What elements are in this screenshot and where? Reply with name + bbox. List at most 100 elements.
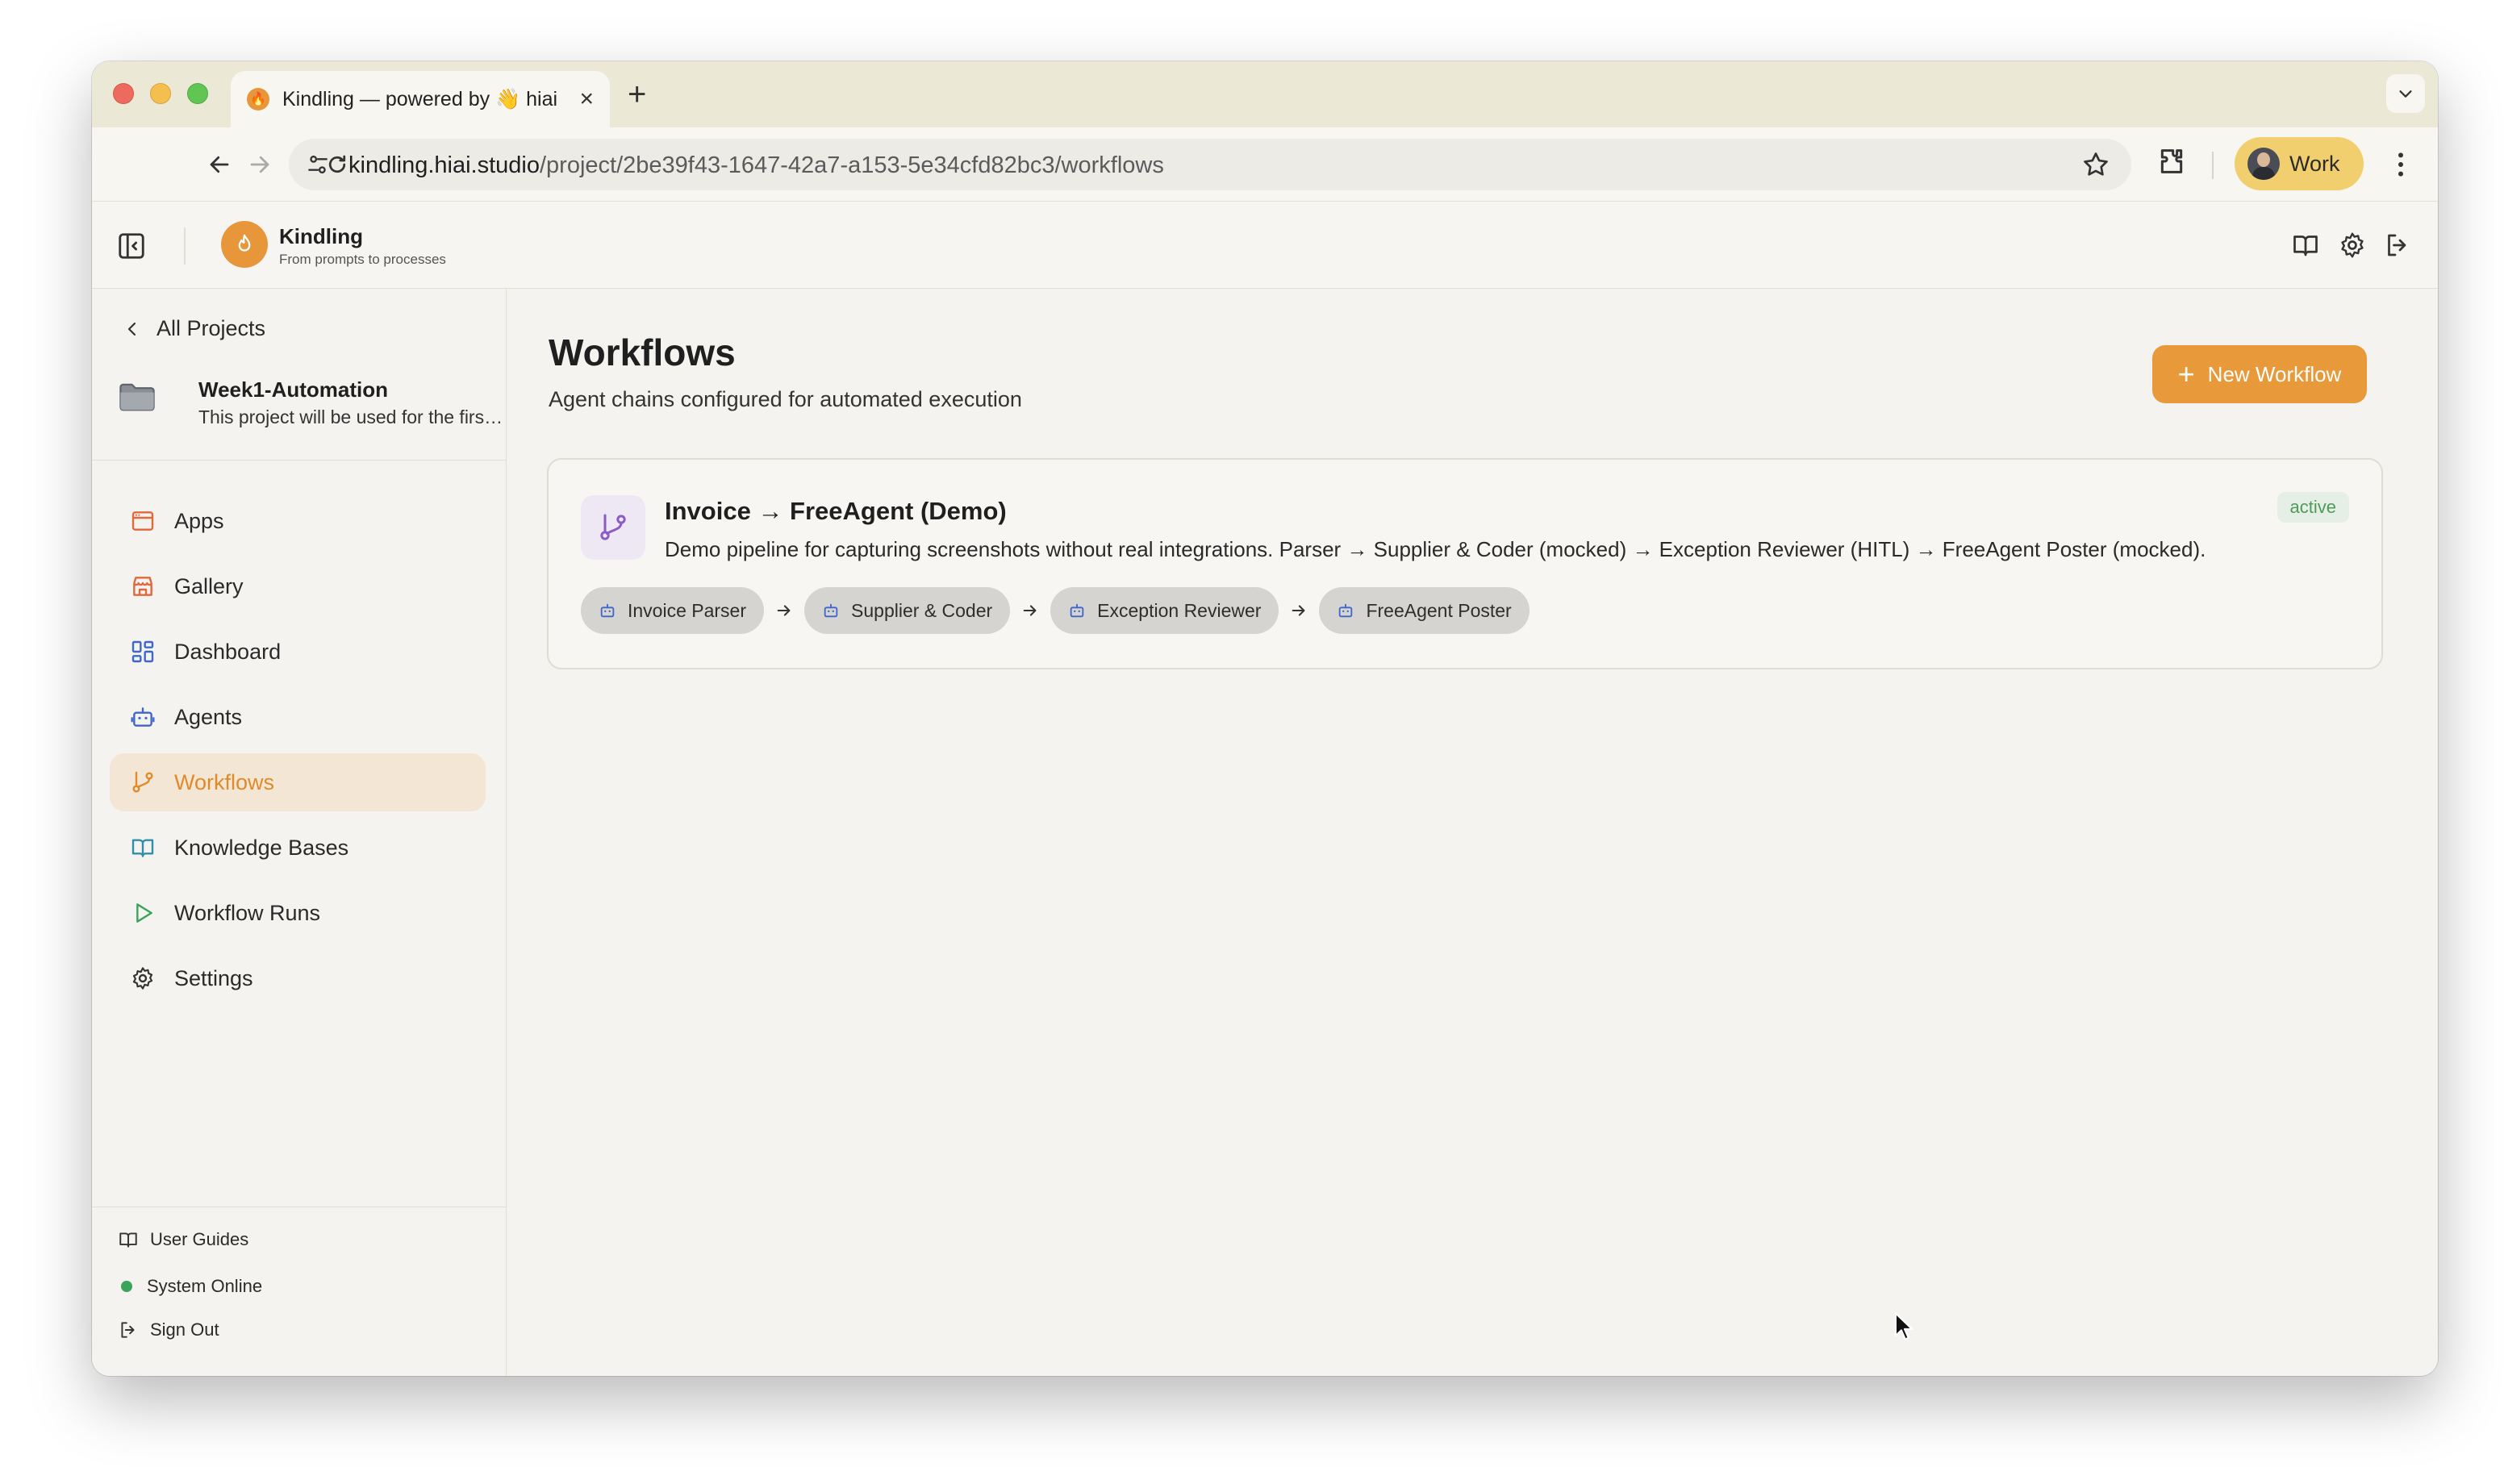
logout-icon bbox=[121, 1322, 135, 1338]
play-icon bbox=[129, 899, 156, 927]
agent-chip-label: FreeAgent Poster bbox=[1366, 599, 1512, 621]
project-name: Week1-Automation bbox=[198, 377, 388, 402]
reload-button[interactable] bbox=[318, 145, 357, 184]
forward-button[interactable] bbox=[240, 145, 279, 184]
tab-bar: 🔥 Kindling — powered by 👋 hiai × + bbox=[92, 61, 2438, 127]
url-text: kindling.hiai.studio/project/2be39f43-16… bbox=[348, 152, 1164, 179]
workflow-description: Demo pipeline for capturing screenshots … bbox=[665, 537, 2206, 561]
store-icon bbox=[129, 573, 156, 600]
agent-chip-label: Supplier & Coder bbox=[851, 599, 993, 621]
minimize-window-button[interactable] bbox=[150, 83, 171, 104]
all-projects-label: All Projects bbox=[156, 316, 266, 340]
agent-chip[interactable]: Invoice Parser bbox=[581, 587, 765, 634]
agent-chain: Invoice Parser Supplier & Coder Exceptio… bbox=[581, 587, 1530, 634]
sidebar-item-agents[interactable]: Agents bbox=[110, 688, 486, 746]
chevron-down-icon bbox=[2399, 90, 2412, 98]
robot-icon bbox=[1337, 602, 1354, 619]
page-title: Workflows bbox=[549, 331, 736, 373]
sidebar-item-knowledge-bases[interactable]: Knowledge Bases bbox=[110, 819, 486, 877]
new-tab-button[interactable]: + bbox=[628, 76, 646, 113]
arrow-right-icon bbox=[775, 602, 793, 619]
sidebar-item-apps[interactable]: Apps bbox=[110, 492, 486, 550]
mouse-cursor-icon bbox=[1894, 1311, 1915, 1346]
apps-icon bbox=[129, 507, 156, 535]
sidebar-item-label: Agents bbox=[174, 704, 243, 729]
robot-icon bbox=[1068, 602, 1086, 619]
browser-menu-icon[interactable] bbox=[2385, 147, 2417, 186]
system-status: System Online bbox=[118, 1276, 262, 1297]
folder-icon bbox=[116, 376, 158, 422]
agent-chip-label: Invoice Parser bbox=[628, 599, 747, 621]
arrow-right-icon bbox=[1290, 602, 1308, 619]
docs-book-icon[interactable] bbox=[2291, 231, 2320, 264]
user-guides-link[interactable]: User Guides bbox=[118, 1229, 248, 1250]
sidebar-item-workflow-runs[interactable]: Workflow Runs bbox=[110, 884, 486, 942]
new-workflow-button[interactable]: + New Workflow bbox=[2152, 345, 2367, 403]
agent-chip[interactable]: Exception Reviewer bbox=[1050, 587, 1279, 634]
app-header: Kindling From prompts to processes bbox=[92, 202, 2438, 289]
system-status-label: System Online bbox=[147, 1276, 263, 1296]
agent-chip-label: Exception Reviewer bbox=[1097, 599, 1262, 621]
sidebar-item-settings[interactable]: Settings bbox=[110, 949, 486, 1007]
back-button[interactable] bbox=[200, 145, 239, 184]
kindling-logo-icon bbox=[221, 221, 268, 268]
sidebar-divider bbox=[92, 460, 507, 461]
tab-close-icon[interactable]: × bbox=[579, 87, 594, 111]
sidebar-item-label: Gallery bbox=[174, 573, 244, 598]
toolbar-divider bbox=[2212, 152, 2214, 179]
sidebar-item-workflows[interactable]: Workflows bbox=[110, 753, 486, 811]
tab-search-button[interactable] bbox=[2386, 74, 2425, 113]
bookmark-star-icon[interactable] bbox=[2081, 150, 2110, 183]
status-badge: active bbox=[2277, 492, 2349, 523]
arrow-right-icon bbox=[250, 156, 269, 173]
extensions-puzzle-icon[interactable] bbox=[2156, 145, 2188, 181]
chevron-left-icon bbox=[127, 322, 136, 336]
robot-icon bbox=[822, 602, 840, 619]
sidebar-item-dashboard[interactable]: Dashboard bbox=[110, 623, 486, 681]
sidebar-item-label: Knowledge Bases bbox=[174, 835, 349, 860]
main-content: Workflows Agent chains configured for au… bbox=[507, 289, 2438, 1376]
agent-chip[interactable]: Supplier & Coder bbox=[804, 587, 1011, 634]
url-host: kindling.hiai.studio bbox=[348, 152, 540, 178]
arrow-left-icon bbox=[210, 156, 229, 173]
dashboard-icon bbox=[129, 638, 156, 665]
sidebar-item-label: Workflow Runs bbox=[174, 900, 321, 925]
sidebar-item-label: Settings bbox=[174, 965, 253, 990]
sidebar-item-gallery[interactable]: Gallery bbox=[110, 557, 486, 615]
header-logout-icon[interactable] bbox=[2383, 231, 2412, 264]
address-bar[interactable]: kindling.hiai.studio/project/2be39f43-16… bbox=[289, 139, 2131, 190]
browser-toolbar: kindling.hiai.studio/project/2be39f43-16… bbox=[92, 127, 2438, 202]
sidebar-collapse-icon[interactable] bbox=[116, 231, 147, 265]
agent-chip[interactable]: FreeAgent Poster bbox=[1319, 587, 1530, 634]
header-settings-gear-icon[interactable] bbox=[2338, 231, 2367, 264]
browser-tab-kindling[interactable]: 🔥 Kindling — powered by 👋 hiai × bbox=[231, 71, 610, 127]
avatar bbox=[2247, 148, 2280, 180]
user-guides-label: User Guides bbox=[150, 1229, 249, 1249]
workflow-icon bbox=[581, 495, 645, 560]
workflow-card[interactable]: Invoice → FreeAgent (Demo) Demo pipeline… bbox=[547, 458, 2383, 669]
page-subtitle: Agent chains configured for automated ex… bbox=[549, 387, 1022, 411]
sidebar-item-label: Workflows bbox=[174, 769, 275, 794]
sidebar-item-label: Apps bbox=[174, 508, 224, 533]
sign-out-link[interactable]: Sign Out bbox=[118, 1319, 219, 1340]
header-divider bbox=[184, 227, 186, 265]
robot-icon bbox=[599, 602, 616, 619]
brand-tagline: From prompts to processes bbox=[279, 252, 446, 267]
profile-button[interactable]: Work bbox=[2235, 137, 2364, 190]
workflow-icon bbox=[129, 769, 156, 796]
workflow-name: Invoice → FreeAgent (Demo) bbox=[665, 497, 1007, 525]
book-icon bbox=[129, 834, 156, 861]
project-description: This project will be used for the first … bbox=[198, 406, 505, 427]
tab-title: Kindling — powered by 👋 hiai bbox=[282, 87, 558, 110]
brand-name: Kindling bbox=[279, 224, 363, 248]
sidebar-item-label: Dashboard bbox=[174, 639, 282, 664]
gear-icon bbox=[129, 965, 156, 992]
url-path: /project/2be39f43-1647-42a7-a153-5e34cfd… bbox=[539, 152, 1164, 178]
robot-icon bbox=[129, 703, 156, 731]
arrow-right-icon bbox=[1021, 602, 1039, 619]
maximize-window-button[interactable] bbox=[187, 83, 208, 104]
new-workflow-label: New Workflow bbox=[2207, 361, 2342, 386]
profile-label: Work bbox=[2289, 151, 2340, 176]
all-projects-link[interactable]: All Projects bbox=[123, 316, 265, 341]
close-window-button[interactable] bbox=[113, 83, 134, 104]
